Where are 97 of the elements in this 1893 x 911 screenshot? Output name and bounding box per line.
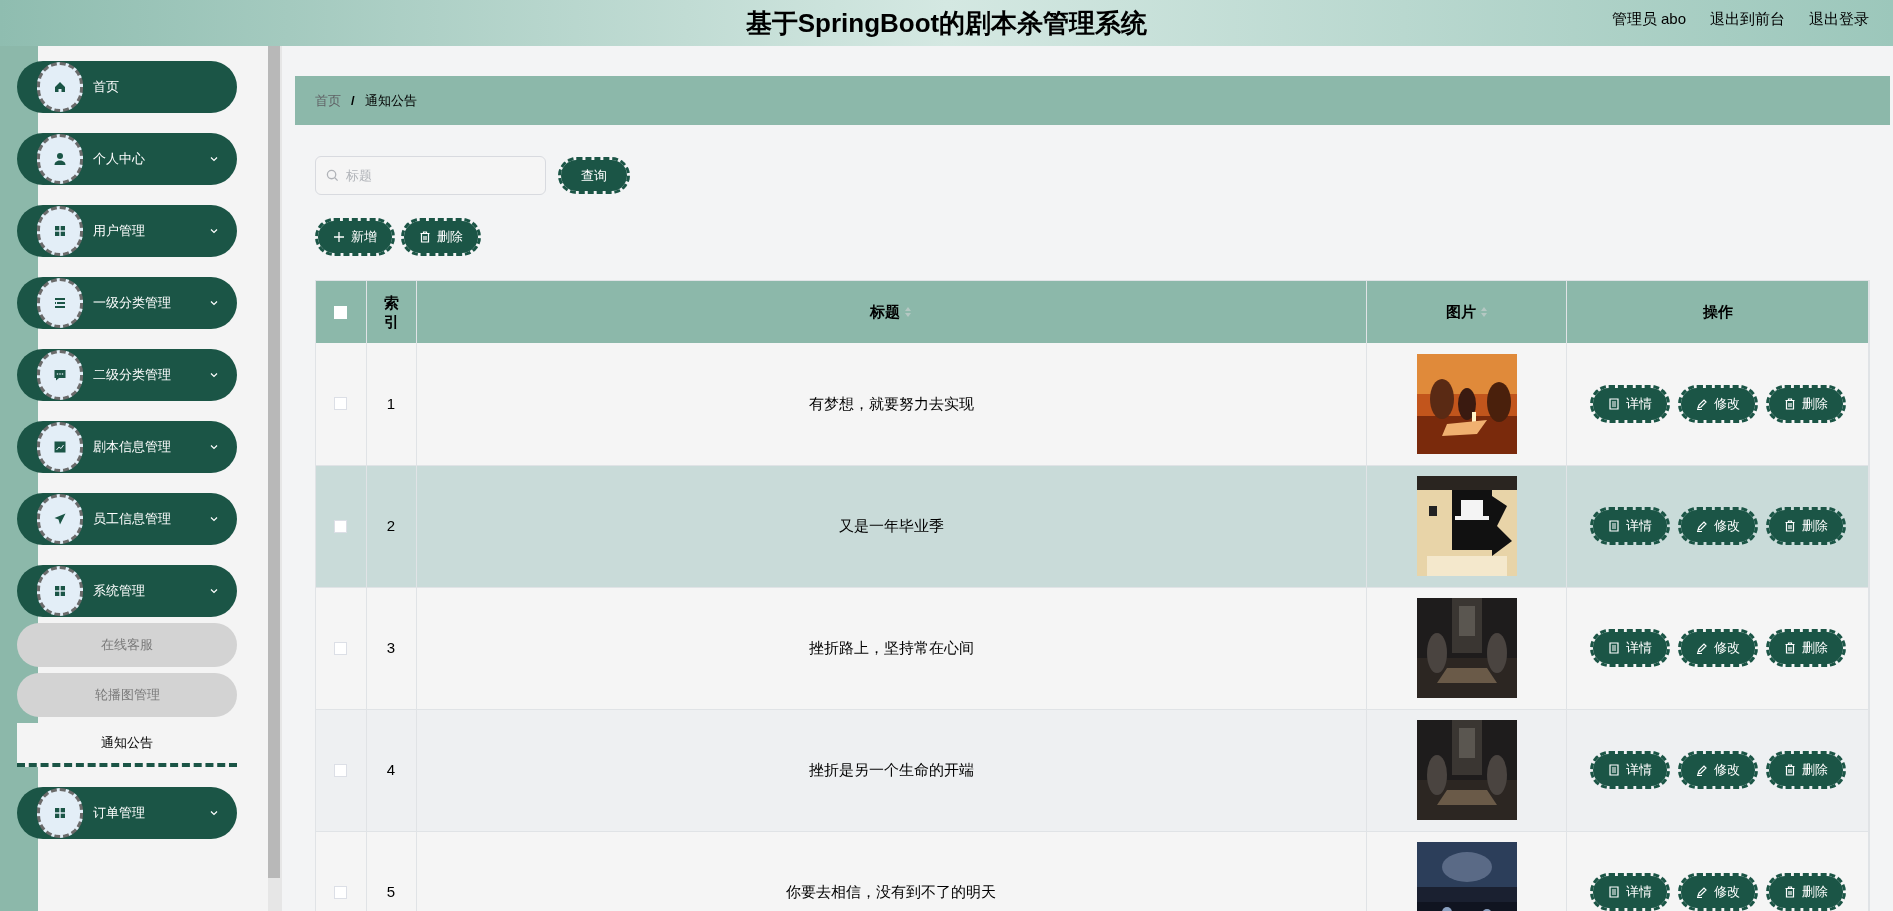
chevron-icon	[209, 586, 219, 596]
table-cell: 挫折路上，坚持常在心间	[416, 587, 1367, 709]
submenu-item[interactable]: 通知公告	[17, 723, 237, 767]
table-cell: 5	[366, 831, 416, 911]
chat-icon	[52, 367, 68, 383]
sort-icon[interactable]	[1479, 306, 1488, 318]
table-cell: 挫折是另一个生命的开端	[416, 709, 1367, 831]
query-button[interactable]: 查询	[558, 157, 630, 194]
table-cell: 1	[366, 343, 416, 465]
edit-button[interactable]: 修改	[1677, 629, 1758, 667]
pencil-icon	[1695, 520, 1708, 532]
delete-button[interactable]: 删除	[1765, 873, 1846, 911]
pencil-icon	[1695, 886, 1708, 898]
document-icon	[1607, 397, 1620, 410]
grid-icon	[52, 583, 68, 599]
delete-button[interactable]: 删除	[1765, 384, 1846, 423]
delete-button[interactable]: 删除	[1765, 507, 1846, 545]
table-cell: 又是一年毕业季	[416, 465, 1367, 587]
chart-icon	[52, 439, 68, 455]
sidebar-item[interactable]: 用户管理	[17, 205, 237, 257]
grid-icon	[52, 805, 68, 821]
chevron-icon	[209, 226, 219, 236]
grid-icon	[52, 223, 68, 239]
trash-icon	[1783, 642, 1796, 654]
detail-button[interactable]: 详情	[1589, 384, 1670, 423]
table-cell: 你要去相信，没有到不了的明天	[416, 831, 1367, 911]
search-icon	[326, 169, 339, 182]
row-checkbox[interactable]	[334, 641, 348, 655]
trash-icon	[419, 231, 431, 243]
header-link[interactable]: 退出登录	[1809, 8, 1869, 31]
document-icon	[1607, 642, 1620, 654]
sidebar-item[interactable]: 二级分类管理	[17, 349, 237, 401]
chevron-icon	[209, 370, 219, 380]
chevron-icon	[209, 298, 219, 308]
trash-icon	[1783, 886, 1796, 898]
scrollbar-thumb[interactable]	[268, 46, 280, 878]
column-header[interactable]: 标题	[870, 300, 901, 324]
column-header: 操作	[1702, 301, 1733, 322]
column-header[interactable]: 图片	[1445, 300, 1476, 324]
sidebar-item[interactable]: 员工信息管理	[17, 493, 237, 545]
system-title: 基于SpringBoot的剧本杀管理系统	[745, 6, 1148, 40]
sidebar-item[interactable]: 系统管理	[17, 565, 237, 617]
sidebar-item[interactable]: 个人中心	[17, 133, 237, 185]
home-icon	[52, 79, 68, 95]
detail-button[interactable]: 详情	[1589, 507, 1670, 545]
select-all-checkbox[interactable]	[334, 305, 348, 319]
edit-button[interactable]: 修改	[1677, 507, 1758, 545]
table-row[interactable]: 1 有梦想，就要努力去实现 详情 修改 删除	[316, 343, 1869, 465]
trash-icon	[1783, 397, 1796, 410]
edit-button[interactable]: 修改	[1677, 873, 1758, 911]
pencil-icon	[1695, 764, 1708, 776]
row-checkbox[interactable]	[334, 763, 348, 777]
header-link[interactable]: 管理员 abo	[1611, 8, 1686, 31]
sidebar-item[interactable]: 订单管理	[17, 787, 237, 839]
plus-icon	[333, 231, 345, 243]
column-header: 索引	[383, 292, 399, 332]
chevron-icon	[209, 442, 219, 452]
sidebar-item[interactable]: 一级分类管理	[17, 277, 237, 329]
detail-button[interactable]: 详情	[1589, 629, 1670, 667]
pencil-icon	[1695, 642, 1708, 654]
trash-icon	[1783, 764, 1796, 776]
edit-button[interactable]: 修改	[1677, 751, 1758, 789]
sort-icon[interactable]	[904, 306, 913, 318]
chevron-icon	[209, 154, 219, 164]
table-cell: 3	[366, 587, 416, 709]
header-link[interactable]: 退出到前台	[1710, 8, 1785, 31]
breadcrumb-item: 通知公告	[364, 91, 417, 110]
delete-button[interactable]: 删除	[1765, 751, 1846, 789]
table-cell: 2	[366, 465, 416, 587]
sidebar-item[interactable]: 首页	[17, 61, 237, 113]
row-checkbox[interactable]	[334, 885, 348, 899]
table-row[interactable]: 2 又是一年毕业季 详情 修改 删除	[316, 465, 1869, 587]
document-icon	[1607, 886, 1620, 898]
delete-button[interactable]: 删除	[1765, 629, 1846, 667]
document-icon	[1607, 764, 1620, 776]
table-cell: 有梦想，就要努力去实现	[416, 343, 1367, 465]
search-field[interactable]: 标题	[315, 156, 546, 195]
breadcrumb-separator: /	[351, 91, 355, 110]
document-icon	[1607, 520, 1620, 532]
add-button[interactable]: 新增	[315, 218, 395, 256]
sidebar-item[interactable]: 剧本信息管理	[17, 421, 237, 473]
row-checkbox[interactable]	[334, 519, 348, 533]
detail-button[interactable]: 详情	[1589, 751, 1670, 789]
row-checkbox[interactable]	[334, 397, 348, 411]
table-row[interactable]: 4 挫折是另一个生命的开端 详情 修改 删除	[316, 709, 1869, 831]
table-row[interactable]: 3 挫折路上，坚持常在心间 详情 修改 删除	[316, 587, 1869, 709]
user-icon	[52, 151, 68, 167]
chevron-icon	[209, 514, 219, 524]
delete-button[interactable]: 删除	[401, 218, 481, 256]
chevron-icon	[209, 808, 219, 818]
trash-icon	[1783, 520, 1796, 532]
edit-button[interactable]: 修改	[1677, 384, 1758, 423]
list-icon	[52, 295, 68, 311]
table-row[interactable]: 5 你要去相信，没有到不了的明天 详情 修改 删除	[316, 831, 1869, 911]
pencil-icon	[1695, 397, 1708, 410]
detail-button[interactable]: 详情	[1589, 873, 1670, 911]
table-cell: 4	[366, 709, 416, 831]
